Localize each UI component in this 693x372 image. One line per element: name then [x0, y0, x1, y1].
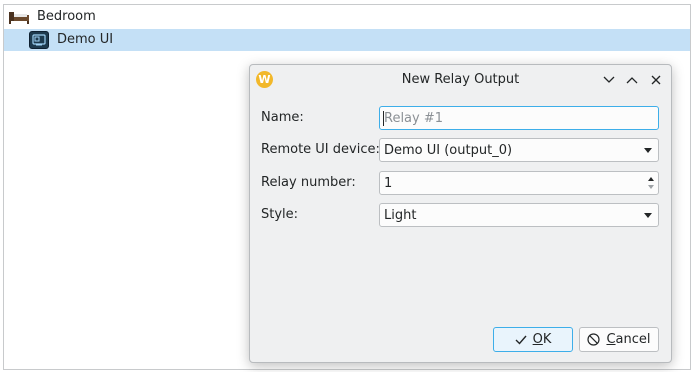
- tree-item-demo-ui[interactable]: Demo UI: [4, 29, 690, 51]
- remote-ui-device-select[interactable]: Demo UI (output_0): [379, 138, 659, 162]
- ok-button[interactable]: OK: [493, 327, 573, 352]
- chevron-up-icon: [626, 77, 638, 84]
- dialog-titlebar[interactable]: W New Relay Output: [250, 65, 671, 94]
- maximize-button[interactable]: [623, 71, 641, 89]
- relay-number-spinbox[interactable]: 1: [379, 171, 659, 195]
- ok-mnemonic: O: [532, 332, 543, 347]
- dropdown-arrow-icon: [644, 213, 652, 218]
- name-input[interactable]: Relay #1: [379, 106, 659, 130]
- cancel-label: ancel: [615, 332, 651, 347]
- style-select[interactable]: Light: [379, 203, 659, 227]
- name-placeholder: Relay #1: [384, 111, 444, 126]
- close-button[interactable]: [647, 71, 665, 89]
- cancel-mnemonic: C: [606, 332, 616, 347]
- relay-number-value: 1: [384, 176, 393, 191]
- style-value: Light: [384, 208, 417, 223]
- checkmark-icon: [515, 335, 527, 345]
- bed-icon: [9, 12, 29, 24]
- minimize-button[interactable]: [600, 71, 618, 89]
- dropdown-arrow-icon: [644, 148, 652, 153]
- spin-arrows-icon[interactable]: [645, 173, 657, 193]
- chevron-down-icon: [603, 76, 615, 83]
- device-value: Demo UI (output_0): [384, 143, 513, 158]
- tree-item-label: Demo UI: [57, 32, 114, 47]
- ok-label: K: [542, 332, 552, 347]
- relay-number-label: Relay number:: [261, 175, 356, 190]
- name-label: Name:: [261, 110, 304, 125]
- tree-item-label: Bedroom: [37, 9, 96, 24]
- cancel-button[interactable]: Cancel: [579, 327, 659, 352]
- tree-item-bedroom[interactable]: Bedroom: [4, 6, 690, 28]
- style-label: Style:: [261, 207, 299, 222]
- new-relay-output-dialog: W New Relay Output Name: Relay #1 Remote…: [249, 64, 672, 363]
- cancel-icon: [587, 333, 601, 346]
- device-label: Remote UI device:: [261, 142, 380, 157]
- remote-ui-icon: [29, 31, 49, 49]
- close-icon: [651, 75, 661, 85]
